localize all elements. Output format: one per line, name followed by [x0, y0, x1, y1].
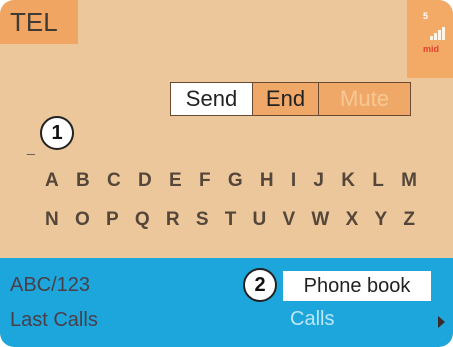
chevron-right-icon[interactable]	[438, 316, 445, 328]
letter-key[interactable]: K	[341, 170, 355, 192]
letter-row-1: A B C D E F G H I J K L M	[45, 170, 417, 192]
letter-key[interactable]: G	[228, 170, 243, 192]
letter-key[interactable]: H	[260, 170, 274, 192]
signal-bars-icon	[430, 24, 446, 40]
letter-key[interactable]: I	[291, 170, 296, 192]
callout-2: 2	[243, 268, 277, 302]
last-calls-option[interactable]: Last Calls	[10, 309, 98, 332]
screen-title: TEL	[0, 0, 78, 44]
letter-key[interactable]: V	[283, 209, 296, 231]
letter-row-2: N O P Q R S T U V W X Y Z	[45, 209, 415, 231]
letter-key[interactable]: C	[107, 170, 121, 192]
letter-key[interactable]: L	[372, 170, 384, 192]
letter-key[interactable]: S	[196, 209, 209, 231]
phone-book-option[interactable]: Phone book	[283, 271, 431, 301]
calls-option[interactable]: Calls	[290, 308, 334, 331]
end-button[interactable]: End	[253, 83, 319, 115]
letter-key[interactable]: B	[76, 170, 90, 192]
letter-key[interactable]: O	[75, 209, 90, 231]
letter-key[interactable]: Z	[403, 209, 415, 231]
callout-1: 1	[40, 116, 74, 150]
network-label: mid	[423, 44, 440, 54]
phone-screen: TEL 5 mid Send End Mute _ 1 A B C D E F …	[0, 0, 453, 347]
letter-key[interactable]: J	[313, 170, 324, 192]
letter-key[interactable]: P	[106, 209, 119, 231]
letter-key[interactable]: F	[199, 170, 211, 192]
bottom-menu-bar: ABC/123 Last Calls Phone book Calls	[0, 258, 453, 347]
letter-key[interactable]: D	[138, 170, 152, 192]
letter-key[interactable]: T	[225, 209, 237, 231]
letter-key[interactable]: Y	[374, 209, 387, 231]
letter-key[interactable]: M	[401, 170, 417, 192]
mute-button[interactable]: Mute	[319, 83, 410, 115]
text-cursor: _	[27, 139, 35, 155]
letter-key[interactable]: W	[311, 209, 329, 231]
signal-strength-label: 5	[423, 11, 429, 21]
call-softkeys: Send End Mute	[170, 82, 411, 116]
letter-key[interactable]: X	[346, 209, 359, 231]
letter-key[interactable]: R	[166, 209, 180, 231]
letter-key[interactable]: A	[45, 170, 59, 192]
status-indicator: 5 mid	[407, 0, 453, 78]
letter-key[interactable]: Q	[135, 209, 150, 231]
letter-key[interactable]: N	[45, 209, 59, 231]
letter-key[interactable]: U	[253, 209, 267, 231]
send-button[interactable]: Send	[171, 83, 253, 115]
letter-key[interactable]: E	[169, 170, 182, 192]
input-mode-option[interactable]: ABC/123	[10, 274, 90, 297]
